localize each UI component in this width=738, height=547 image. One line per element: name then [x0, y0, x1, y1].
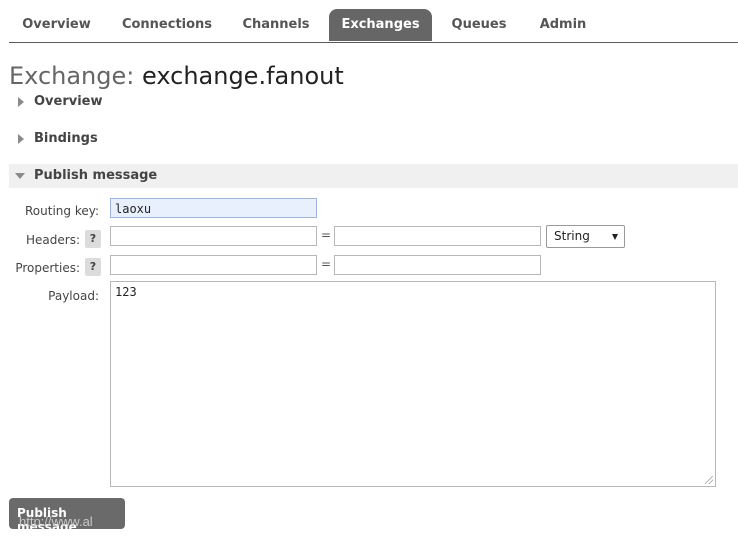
- section-publish-label: Publish message: [34, 168, 158, 183]
- headers-label: Headers:: [26, 233, 80, 247]
- tab-queues[interactable]: Queues: [440, 9, 518, 41]
- section-overview[interactable]: Overview: [9, 90, 738, 114]
- properties-help-icon[interactable]: ?: [85, 258, 101, 276]
- section-publish-message[interactable]: Publish message: [9, 164, 738, 188]
- header-type-value: String: [554, 229, 590, 243]
- property-key-input[interactable]: [110, 255, 317, 275]
- header-type-select[interactable]: String: [546, 225, 625, 248]
- section-bindings[interactable]: Bindings: [9, 127, 738, 151]
- main-nav: Overview Connections Channels Exchanges …: [9, 9, 738, 43]
- equals-sign: =: [321, 228, 332, 242]
- tab-admin[interactable]: Admin: [526, 9, 600, 41]
- tab-channels[interactable]: Channels: [231, 9, 321, 41]
- header-key-input[interactable]: [110, 226, 317, 246]
- routing-key-input[interactable]: laoxu: [110, 198, 317, 218]
- collapse-arrow-icon: [15, 173, 25, 179]
- property-value-input[interactable]: [334, 255, 541, 275]
- section-bindings-label: Bindings: [34, 131, 98, 146]
- equals-sign: =: [321, 257, 332, 271]
- payload-textarea[interactable]: 123: [110, 281, 716, 487]
- headers-help-icon[interactable]: ?: [85, 230, 101, 248]
- page-title-prefix: Exchange:: [9, 62, 135, 90]
- payload-label: Payload:: [48, 289, 99, 303]
- properties-label: Properties:: [15, 261, 80, 275]
- exchange-name: exchange.fanout: [142, 62, 344, 90]
- page-title: Exchange: exchange.fanout: [9, 62, 344, 90]
- routing-key-label: Routing key:: [25, 204, 99, 218]
- tab-exchanges[interactable]: Exchanges: [329, 9, 432, 41]
- expand-arrow-icon: [18, 97, 24, 107]
- section-overview-label: Overview: [34, 94, 103, 109]
- header-value-input[interactable]: [334, 226, 541, 246]
- watermark: http://www.al: [19, 514, 93, 529]
- resize-handle-icon[interactable]: [705, 476, 713, 484]
- dropdown-arrow-icon: [612, 234, 618, 240]
- tab-connections[interactable]: Connections: [112, 9, 222, 41]
- expand-arrow-icon: [18, 134, 24, 144]
- tab-overview[interactable]: Overview: [9, 9, 104, 41]
- payload-text: 123: [115, 285, 137, 299]
